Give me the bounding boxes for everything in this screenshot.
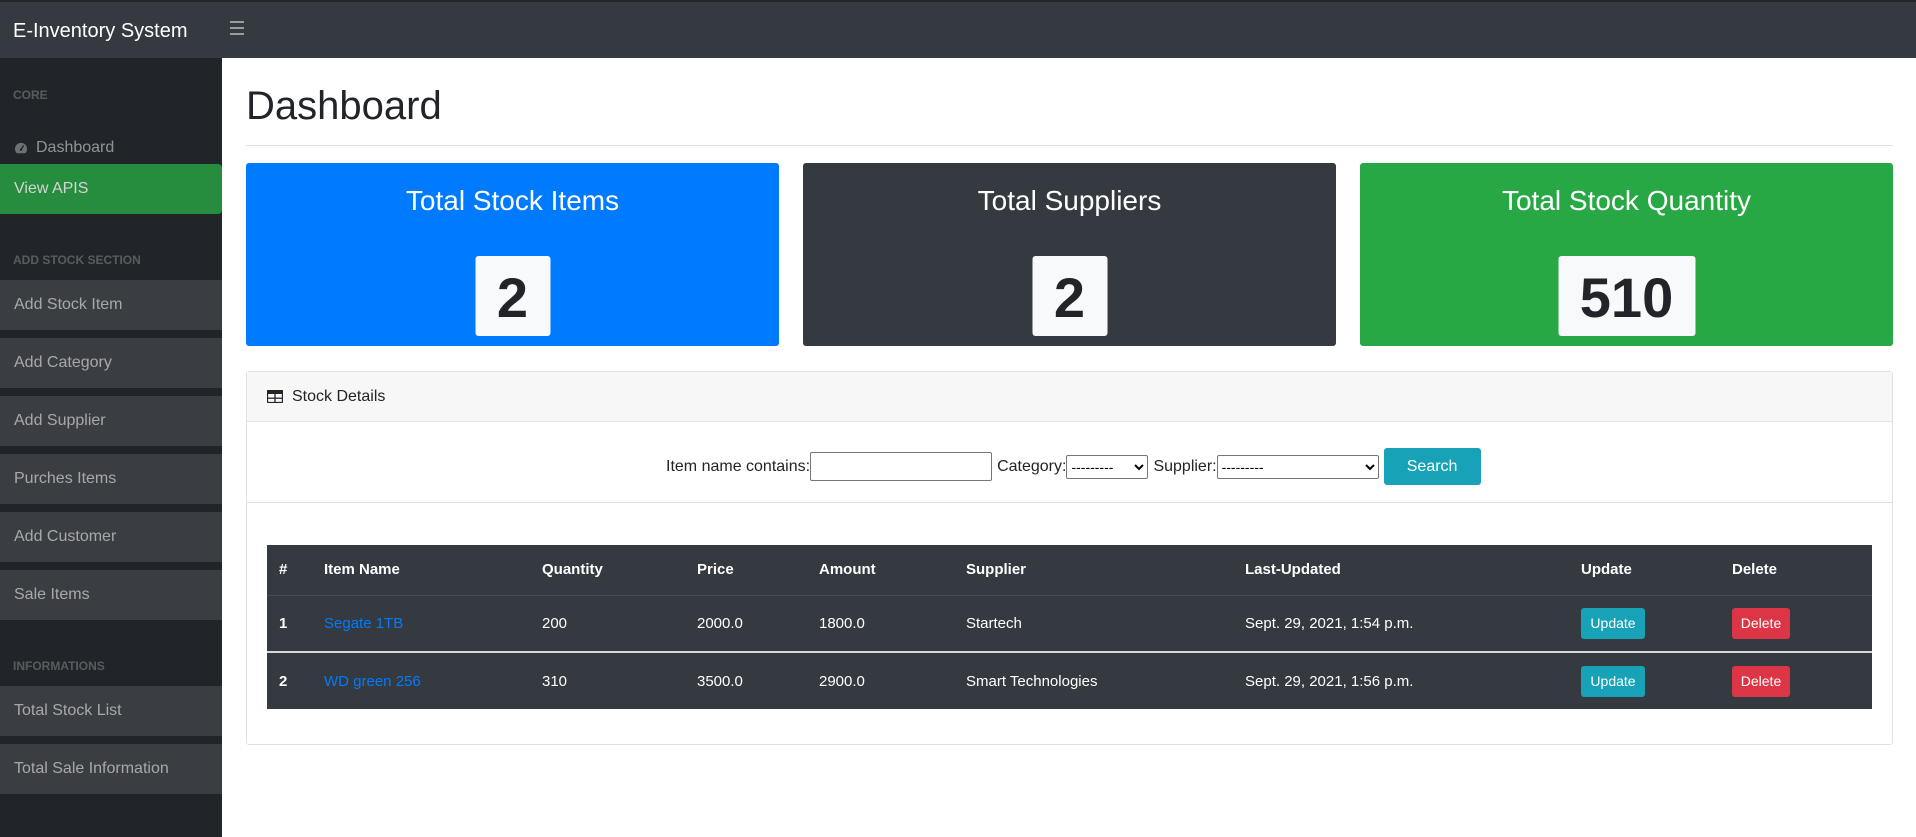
tachometer-icon [15,142,28,154]
table-header-row: # Item Name Quantity Price Amount Suppli… [267,545,1872,596]
column-header-delete: Delete [1732,545,1872,596]
column-header-supplier: Supplier [966,545,1245,596]
row-amount: 1800.0 [819,614,865,632]
sidebar-item-add-customer[interactable]: Add Customer [0,512,222,562]
column-header-update: Update [1581,545,1732,596]
supplier-select[interactable]: --------- [1216,454,1379,479]
stat-value: 2 [475,256,550,336]
delete-button[interactable]: Delete [1732,665,1790,697]
row-supplier: Startech [966,614,1022,632]
filter-form: Item name contains: Category: --------- … [666,448,1481,485]
item-name-label: Item name contains: [666,457,811,475]
stat-card-total-stock-items: Total Stock Items 2 [246,163,779,346]
sidebar-item-label: Add Stock Item [14,296,123,313]
stat-label: Total Stock Items [405,185,620,216]
sidebar-item-total-stock-list[interactable]: Total Stock List [0,686,222,736]
row-amount: 2900.0 [819,651,966,709]
sidebar-item-label: Total Sale Information [14,760,169,777]
column-header-number: # [267,545,324,596]
sidebar-item-purches-items[interactable]: Purches Items [0,454,222,504]
sidebar-item-label: View APIS [14,180,89,197]
filter-bar: Item name contains: Category: --------- … [247,423,1892,503]
row-quantity: 200 [542,614,568,632]
stat-card-total-suppliers: Total Suppliers 2 [803,163,1336,346]
stat-label: Total Stock Quantity [1501,185,1751,216]
column-header-item-name: Item Name [324,545,542,596]
delete-button[interactable]: Delete [1732,607,1790,639]
stat-value: 510 [1558,256,1695,336]
row-number: 2 [267,651,324,709]
top-navbar: E-Inventory System [0,0,1916,58]
row-last-updated: Sept. 29, 2021, 1:56 p.m. [1245,651,1581,709]
sidebar-item-label: Purches Items [14,470,117,487]
brand-title[interactable]: E-Inventory System [13,2,188,60]
sidebar-item-view-apis[interactable]: View APIS [0,164,222,214]
table-row: 2 WD green 256 310 3500.0 2900.0 Smart T… [267,651,1872,709]
row-quantity: 310 [542,651,697,709]
sidebar-item-label: Dashboard [36,139,115,156]
column-header-quantity: Quantity [542,545,697,596]
search-button[interactable]: Search [1383,448,1481,485]
stat-value: 2 [1032,256,1107,336]
table-icon [267,390,283,403]
sidebar-item-add-stock-item[interactable]: Add Stock Item [0,280,222,330]
category-label: Category: [997,457,1067,475]
sidebar-item-label: Sale Items [14,586,90,603]
stock-details-title: Stock Details [292,387,386,405]
update-button[interactable]: Update [1581,665,1645,697]
row-last-updated: Sept. 29, 2021, 1:54 p.m. [1245,614,1414,632]
row-supplier: Smart Technologies [966,651,1245,709]
sidebar-item-label: Total Stock List [14,702,122,719]
divider [246,145,1893,146]
sidebar-heading-informations: INFORMATIONS [13,659,105,673]
item-name-link[interactable]: WD green 256 [324,673,421,690]
stock-table: # Item Name Quantity Price Amount Suppli… [267,545,1872,709]
sidebar-item-dashboard[interactable]: Dashboard [0,128,222,168]
item-name-link[interactable]: Segate 1TB [324,615,403,632]
hamburger-icon[interactable] [230,21,244,35]
sidebar-item-add-category[interactable]: Add Category [0,338,222,388]
sidebar-item-label: Add Category [14,354,112,371]
sidebar-item-total-sale-information[interactable]: Total Sale Information [0,744,222,794]
sidebar-heading-add-stock: ADD STOCK SECTION [13,253,141,267]
stock-details-card: Stock Details Item name contains: Catego… [246,371,1893,745]
supplier-label: Supplier: [1153,457,1217,475]
sidebar-heading-core: CORE [13,88,48,102]
item-name-input[interactable] [810,452,993,481]
sidebar-item-sale-items[interactable]: Sale Items [0,570,222,620]
sidebar-item-add-supplier[interactable]: Add Supplier [0,396,222,446]
category-select[interactable]: --------- [1066,454,1149,479]
stat-card-total-stock-quantity: Total Stock Quantity 510 [1360,163,1893,346]
update-button[interactable]: Update [1581,607,1645,639]
row-price: 2000.0 [697,614,743,632]
row-number: 1 [279,614,288,632]
stock-details-header: Stock Details [247,372,1892,422]
column-header-price: Price [697,545,819,596]
sidebar-item-label: Add Customer [14,528,117,545]
sidebar-item-label: Add Supplier [14,412,106,429]
page-title: Dashboard [246,84,442,128]
row-price: 3500.0 [697,651,819,709]
stat-label: Total Suppliers [977,185,1162,216]
sidebar: CORE Dashboard View APIS ADD STOCK SECTI… [0,58,222,837]
column-header-amount: Amount [819,545,966,596]
column-header-last-updated: Last-Updated [1245,545,1581,596]
table-row: 1 Segate 1TB 200 2000.0 1800.0 Startech … [267,595,1872,652]
